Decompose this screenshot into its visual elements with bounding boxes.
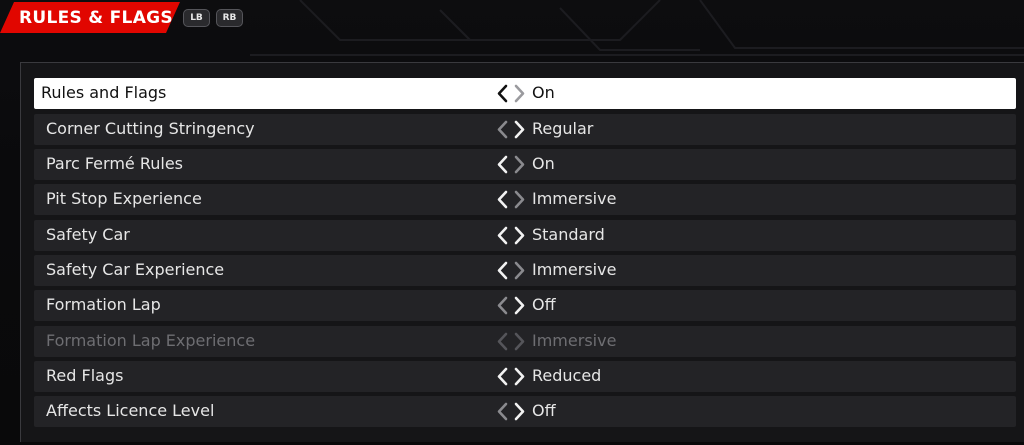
setting-row-safety-car[interactable]: Safety Car Standard — [34, 220, 1016, 251]
setting-value: On — [532, 154, 555, 173]
setting-label: Formation Lap Experience — [46, 331, 256, 350]
chevron-right-icon — [514, 332, 525, 351]
setting-label: Corner Cutting Stringency — [46, 119, 255, 138]
chevron-right-icon[interactable] — [513, 367, 526, 386]
chevron-right-icon[interactable] — [513, 261, 526, 280]
chevron-left-icon[interactable] — [496, 120, 509, 139]
chevron-left-icon[interactable] — [496, 261, 509, 280]
chevron-left-icon[interactable] — [496, 402, 509, 421]
setting-row-corner-cutting-stringency[interactable]: Corner Cutting Stringency Regular — [34, 114, 1016, 145]
setting-value: Immersive — [532, 189, 617, 208]
setting-label: Safety Car Experience — [46, 260, 225, 279]
chevron-right-icon[interactable] — [513, 226, 526, 245]
option-arrows — [496, 84, 526, 103]
chevron-left-icon — [497, 332, 508, 351]
setting-value: Standard — [532, 225, 605, 244]
page-title: RULES & FLAGS — [19, 8, 173, 28]
option-arrows — [496, 120, 526, 139]
setting-label: Affects Licence Level — [46, 401, 215, 420]
chevron-left-icon[interactable] — [496, 190, 509, 209]
setting-label: Pit Stop Experience — [46, 189, 202, 208]
lb-bumper-button[interactable]: LB — [183, 9, 210, 27]
chevron-left-icon[interactable] — [496, 367, 509, 386]
chevron-right-icon[interactable] — [513, 190, 526, 209]
setting-value: Immersive — [532, 331, 617, 350]
rb-bumper-button[interactable]: RB — [216, 9, 243, 27]
chevron-left-icon[interactable] — [496, 226, 509, 245]
chevron-left-icon[interactable] — [496, 296, 509, 315]
setting-value: Regular — [532, 119, 594, 138]
setting-row-affects-licence-level[interactable]: Affects Licence Level Off — [34, 396, 1016, 427]
setting-value: Reduced — [532, 366, 602, 385]
setting-label: Rules and Flags — [41, 83, 167, 102]
setting-label: Safety Car — [46, 225, 130, 244]
chevron-right-icon[interactable] — [513, 296, 526, 315]
setting-row-formation-lap[interactable]: Formation Lap Off — [34, 290, 1016, 321]
setting-row-formation-lap-experience: Formation Lap Experience Immersive — [34, 326, 1016, 357]
setting-row-rules-and-flags[interactable]: Rules and Flags On — [34, 78, 1016, 109]
chevron-left-icon[interactable] — [496, 84, 509, 103]
option-arrows — [496, 261, 526, 280]
setting-label: Formation Lap — [46, 295, 161, 314]
setting-value: Off — [532, 295, 556, 314]
setting-row-safety-car-experience[interactable]: Safety Car Experience Immersive — [34, 255, 1016, 286]
chevron-right-icon[interactable] — [513, 84, 526, 103]
option-arrows — [496, 367, 526, 386]
chevron-left-icon[interactable] — [496, 155, 509, 174]
setting-value: On — [532, 83, 555, 102]
page-title-tab: RULES & FLAGS — [0, 2, 180, 33]
option-arrows — [496, 332, 526, 351]
setting-label: Parc Fermé Rules — [46, 154, 183, 173]
chevron-right-icon[interactable] — [513, 155, 526, 174]
chevron-right-icon[interactable] — [513, 402, 526, 421]
setting-row-red-flags[interactable]: Red Flags Reduced — [34, 361, 1016, 392]
option-arrows — [496, 155, 526, 174]
option-arrows — [496, 190, 526, 209]
option-arrows — [496, 226, 526, 245]
setting-value: Immersive — [532, 260, 617, 279]
option-arrows — [496, 402, 526, 421]
chevron-right-icon[interactable] — [513, 120, 526, 139]
setting-row-pit-stop-experience[interactable]: Pit Stop Experience Immersive — [34, 184, 1016, 215]
option-arrows — [496, 296, 526, 315]
setting-label: Red Flags — [46, 366, 124, 385]
setting-row-parc-ferme-rules[interactable]: Parc Fermé Rules On — [34, 149, 1016, 180]
setting-value: Off — [532, 401, 556, 420]
